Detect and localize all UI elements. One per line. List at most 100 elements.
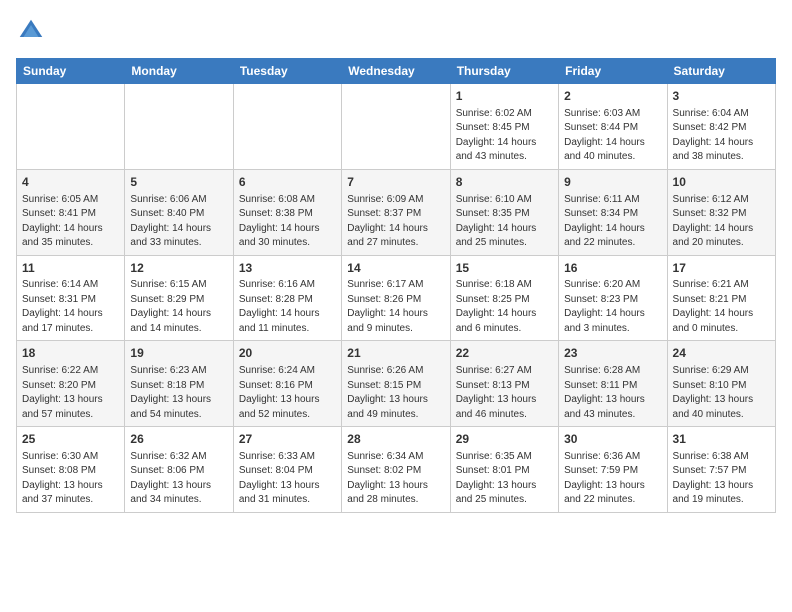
- week-row-2: 4 Sunrise: 6:05 AM Sunset: 8:41 PM Daylig…: [17, 169, 776, 255]
- day-cell: 17Sunrise: 6:21 AM Sunset: 8:21 PM Dayli…: [667, 255, 775, 341]
- day-cell: 23Sunrise: 6:28 AM Sunset: 8:11 PM Dayli…: [559, 341, 667, 427]
- column-header-friday: Friday: [559, 59, 667, 84]
- day-info: Sunrise: 6:21 AM Sunset: 8:21 PM Dayligh…: [673, 278, 770, 336]
- day-cell: 19Sunrise: 6:23 AM Sunset: 8:18 PM Dayli…: [125, 341, 233, 427]
- header-row: SundayMondayTuesdayWednesdayThursdayFrid…: [17, 59, 776, 84]
- day-info: Sunrise: 6:04 AM Sunset: 8:42 PM Dayligh…: [673, 107, 770, 165]
- day-cell: 21 Sunrise: 6:26 AM Sunset: 8:15 PM Dayli…: [342, 341, 450, 427]
- day-number: 1: [456, 88, 553, 105]
- day-info: Sunrise: 6:24 AM Sunset: 8:16 PM Dayligh…: [239, 364, 336, 422]
- day-cell: 10 Sunrise: 6:12 AM Sunset: 8:32 PM Dayli…: [667, 169, 775, 255]
- day-cell: 29 Sunrise: 6:35 AM Sunset: 8:01 PM Dayli…: [450, 427, 558, 513]
- day-cell: 22 Sunrise: 6:27 AM Sunset: 8:13 PM Dayli…: [450, 341, 558, 427]
- day-info: Sunrise: 6:10 AM Sunset: 8:35 PM Dayligh…: [456, 193, 553, 251]
- day-cell: 25 Sunrise: 6:30 AM Sunset: 8:08 PM Dayli…: [17, 427, 125, 513]
- day-cell: 30 Sunrise: 6:36 AM Sunset: 7:59 PM Dayli…: [559, 427, 667, 513]
- day-cell: 18Sunrise: 6:22 AM Sunset: 8:20 PM Dayli…: [17, 341, 125, 427]
- day-info: Sunrise: 6:30 AM Sunset: 8:08 PM Dayligh…: [22, 450, 119, 508]
- day-number: 15: [456, 260, 553, 277]
- day-number: 3: [673, 88, 770, 105]
- day-cell: 9Sunrise: 6:11 AM Sunset: 8:34 PM Daylig…: [559, 169, 667, 255]
- day-number: 13: [239, 260, 336, 277]
- page-header: [16, 16, 776, 46]
- calendar-header: SundayMondayTuesdayWednesdayThursdayFrid…: [17, 59, 776, 84]
- day-number: 26: [130, 431, 227, 448]
- day-cell: 28Sunrise: 6:34 AM Sunset: 8:02 PM Dayli…: [342, 427, 450, 513]
- day-number: 30: [564, 431, 661, 448]
- day-cell: 12Sunrise: 6:15 AM Sunset: 8:29 PM Dayli…: [125, 255, 233, 341]
- column-header-wednesday: Wednesday: [342, 59, 450, 84]
- day-cell: 2 Sunrise: 6:03 AM Sunset: 8:44 PM Daylig…: [559, 84, 667, 170]
- day-info: Sunrise: 6:32 AM Sunset: 8:06 PM Dayligh…: [130, 450, 227, 508]
- column-header-tuesday: Tuesday: [233, 59, 341, 84]
- week-row-5: 25 Sunrise: 6:30 AM Sunset: 8:08 PM Dayli…: [17, 427, 776, 513]
- day-number: 25: [22, 431, 119, 448]
- day-cell: 13Sunrise: 6:16 AM Sunset: 8:28 PM Dayli…: [233, 255, 341, 341]
- day-cell: 26 Sunrise: 6:32 AM Sunset: 8:06 PM Dayli…: [125, 427, 233, 513]
- day-number: 19: [130, 345, 227, 362]
- day-number: 6: [239, 174, 336, 191]
- day-number: 29: [456, 431, 553, 448]
- day-cell: 6 Sunrise: 6:08 AM Sunset: 8:38 PM Daylig…: [233, 169, 341, 255]
- day-info: Sunrise: 6:36 AM Sunset: 7:59 PM Dayligh…: [564, 450, 661, 508]
- day-number: 11: [22, 260, 119, 277]
- day-cell: 15Sunrise: 6:18 AM Sunset: 8:25 PM Dayli…: [450, 255, 558, 341]
- day-number: 27: [239, 431, 336, 448]
- week-row-4: 18Sunrise: 6:22 AM Sunset: 8:20 PM Dayli…: [17, 341, 776, 427]
- day-cell: 14Sunrise: 6:17 AM Sunset: 8:26 PM Dayli…: [342, 255, 450, 341]
- day-cell: 5 Sunrise: 6:06 AM Sunset: 8:40 PM Daylig…: [125, 169, 233, 255]
- day-cell: 11Sunrise: 6:14 AM Sunset: 8:31 PM Dayli…: [17, 255, 125, 341]
- day-info: Sunrise: 6:16 AM Sunset: 8:28 PM Dayligh…: [239, 278, 336, 336]
- day-info: Sunrise: 6:29 AM Sunset: 8:10 PM Dayligh…: [673, 364, 770, 422]
- day-info: Sunrise: 6:06 AM Sunset: 8:40 PM Dayligh…: [130, 193, 227, 251]
- day-number: 31: [673, 431, 770, 448]
- day-info: Sunrise: 6:15 AM Sunset: 8:29 PM Dayligh…: [130, 278, 227, 336]
- day-info: Sunrise: 6:28 AM Sunset: 8:11 PM Dayligh…: [564, 364, 661, 422]
- week-row-1: 1 Sunrise: 6:02 AM Sunset: 8:45 PM Daylig…: [17, 84, 776, 170]
- day-info: Sunrise: 6:12 AM Sunset: 8:32 PM Dayligh…: [673, 193, 770, 251]
- day-cell: 1 Sunrise: 6:02 AM Sunset: 8:45 PM Daylig…: [450, 84, 558, 170]
- day-info: Sunrise: 6:35 AM Sunset: 8:01 PM Dayligh…: [456, 450, 553, 508]
- day-number: 20: [239, 345, 336, 362]
- day-number: 2: [564, 88, 661, 105]
- day-cell: 8 Sunrise: 6:10 AM Sunset: 8:35 PM Daylig…: [450, 169, 558, 255]
- day-number: 18: [22, 345, 119, 362]
- calendar-body: 1 Sunrise: 6:02 AM Sunset: 8:45 PM Daylig…: [17, 84, 776, 513]
- calendar-table: SundayMondayTuesdayWednesdayThursdayFrid…: [16, 58, 776, 513]
- day-info: Sunrise: 6:27 AM Sunset: 8:13 PM Dayligh…: [456, 364, 553, 422]
- day-info: Sunrise: 6:17 AM Sunset: 8:26 PM Dayligh…: [347, 278, 444, 336]
- day-number: 9: [564, 174, 661, 191]
- day-number: 16: [564, 260, 661, 277]
- day-info: Sunrise: 6:08 AM Sunset: 8:38 PM Dayligh…: [239, 193, 336, 251]
- day-number: 28: [347, 431, 444, 448]
- week-row-3: 11Sunrise: 6:14 AM Sunset: 8:31 PM Dayli…: [17, 255, 776, 341]
- logo: [16, 16, 50, 46]
- day-cell: 4 Sunrise: 6:05 AM Sunset: 8:41 PM Daylig…: [17, 169, 125, 255]
- day-cell: 3 Sunrise: 6:04 AM Sunset: 8:42 PM Daylig…: [667, 84, 775, 170]
- day-info: Sunrise: 6:03 AM Sunset: 8:44 PM Dayligh…: [564, 107, 661, 165]
- day-cell: 20 Sunrise: 6:24 AM Sunset: 8:16 PM Dayli…: [233, 341, 341, 427]
- day-info: Sunrise: 6:14 AM Sunset: 8:31 PM Dayligh…: [22, 278, 119, 336]
- day-cell: 24 Sunrise: 6:29 AM Sunset: 8:10 PM Dayli…: [667, 341, 775, 427]
- day-cell: [17, 84, 125, 170]
- day-number: 21: [347, 345, 444, 362]
- day-number: 10: [673, 174, 770, 191]
- column-header-monday: Monday: [125, 59, 233, 84]
- day-cell: 31Sunrise: 6:38 AM Sunset: 7:57 PM Dayli…: [667, 427, 775, 513]
- day-info: Sunrise: 6:02 AM Sunset: 8:45 PM Dayligh…: [456, 107, 553, 165]
- day-number: 17: [673, 260, 770, 277]
- day-info: Sunrise: 6:05 AM Sunset: 8:41 PM Dayligh…: [22, 193, 119, 251]
- day-number: 14: [347, 260, 444, 277]
- day-info: Sunrise: 6:09 AM Sunset: 8:37 PM Dayligh…: [347, 193, 444, 251]
- day-cell: 27Sunrise: 6:33 AM Sunset: 8:04 PM Dayli…: [233, 427, 341, 513]
- day-number: 4: [22, 174, 119, 191]
- day-number: 5: [130, 174, 227, 191]
- day-number: 24: [673, 345, 770, 362]
- day-number: 8: [456, 174, 553, 191]
- day-number: 22: [456, 345, 553, 362]
- day-number: 12: [130, 260, 227, 277]
- day-info: Sunrise: 6:26 AM Sunset: 8:15 PM Dayligh…: [347, 364, 444, 422]
- day-cell: [342, 84, 450, 170]
- day-number: 7: [347, 174, 444, 191]
- column-header-thursday: Thursday: [450, 59, 558, 84]
